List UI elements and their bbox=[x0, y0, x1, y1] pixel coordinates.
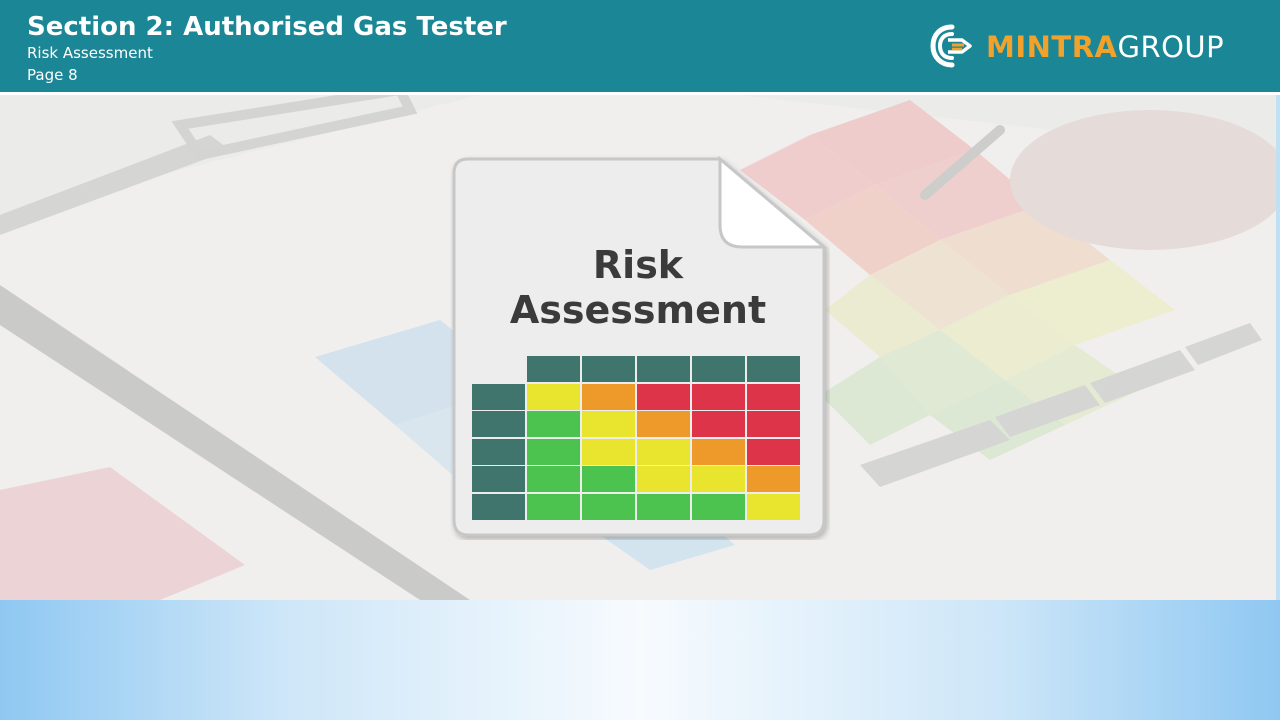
slide-header: Section 2: Authorised Gas Tester Risk As… bbox=[0, 0, 1280, 92]
logo-mintra-text: MINTRA bbox=[986, 30, 1118, 64]
slide-subtitle: Risk Assessment bbox=[27, 44, 153, 62]
risk-matrix-cell bbox=[747, 493, 800, 520]
risk-matrix-cell bbox=[472, 466, 525, 492]
risk-matrix-cell bbox=[747, 411, 800, 437]
risk-matrix-cell bbox=[527, 438, 580, 465]
section-title: Section 2: Authorised Gas Tester bbox=[27, 12, 507, 42]
risk-matrix-cell bbox=[527, 466, 580, 492]
risk-matrix-cell bbox=[637, 411, 690, 437]
risk-matrix-cell bbox=[582, 356, 635, 382]
mintra-logo-icon bbox=[930, 24, 972, 68]
risk-assessment-document-icon: Risk Assessment bbox=[450, 155, 830, 540]
right-edge-strip bbox=[1276, 95, 1280, 600]
risk-matrix-cell bbox=[692, 411, 745, 437]
risk-matrix-cell bbox=[692, 466, 745, 492]
risk-matrix-cell bbox=[747, 466, 800, 492]
risk-matrix-cell bbox=[472, 383, 525, 410]
bottom-gradient-band bbox=[0, 600, 1280, 720]
risk-matrix-cell bbox=[747, 356, 800, 382]
risk-matrix-cell bbox=[692, 438, 745, 465]
risk-matrix-cell bbox=[637, 383, 690, 410]
risk-matrix-cell bbox=[472, 493, 525, 520]
risk-matrix-cell bbox=[582, 411, 635, 437]
mintra-group-logo: MINTRAGROUP bbox=[930, 24, 1250, 68]
risk-matrix-cell bbox=[637, 493, 690, 520]
document-title-line2: Assessment bbox=[509, 288, 767, 332]
risk-matrix-cell bbox=[747, 383, 800, 410]
risk-matrix-cell bbox=[637, 466, 690, 492]
risk-matrix-cell bbox=[472, 411, 525, 437]
risk-matrix-cell bbox=[692, 383, 745, 410]
risk-matrix-cell bbox=[472, 438, 525, 465]
risk-matrix-cell bbox=[582, 383, 635, 410]
logo-wordmark: MINTRAGROUP bbox=[986, 30, 1224, 64]
risk-matrix-cell bbox=[692, 356, 745, 382]
risk-matrix-cell bbox=[582, 438, 635, 465]
risk-matrix-cell bbox=[527, 493, 580, 520]
risk-matrix-cell bbox=[527, 356, 580, 382]
risk-matrix-cell bbox=[527, 383, 580, 410]
risk-matrix-cell bbox=[527, 411, 580, 437]
page-number: Page 8 bbox=[27, 66, 78, 84]
risk-matrix-cell bbox=[747, 438, 800, 465]
risk-matrix-cell bbox=[582, 493, 635, 520]
risk-matrix-cell bbox=[582, 466, 635, 492]
logo-group-text: GROUP bbox=[1117, 30, 1225, 64]
document-title-line1: Risk bbox=[592, 243, 684, 287]
risk-matrix-cell bbox=[637, 438, 690, 465]
risk-matrix-cell bbox=[692, 493, 745, 520]
risk-matrix-cell bbox=[637, 356, 690, 382]
